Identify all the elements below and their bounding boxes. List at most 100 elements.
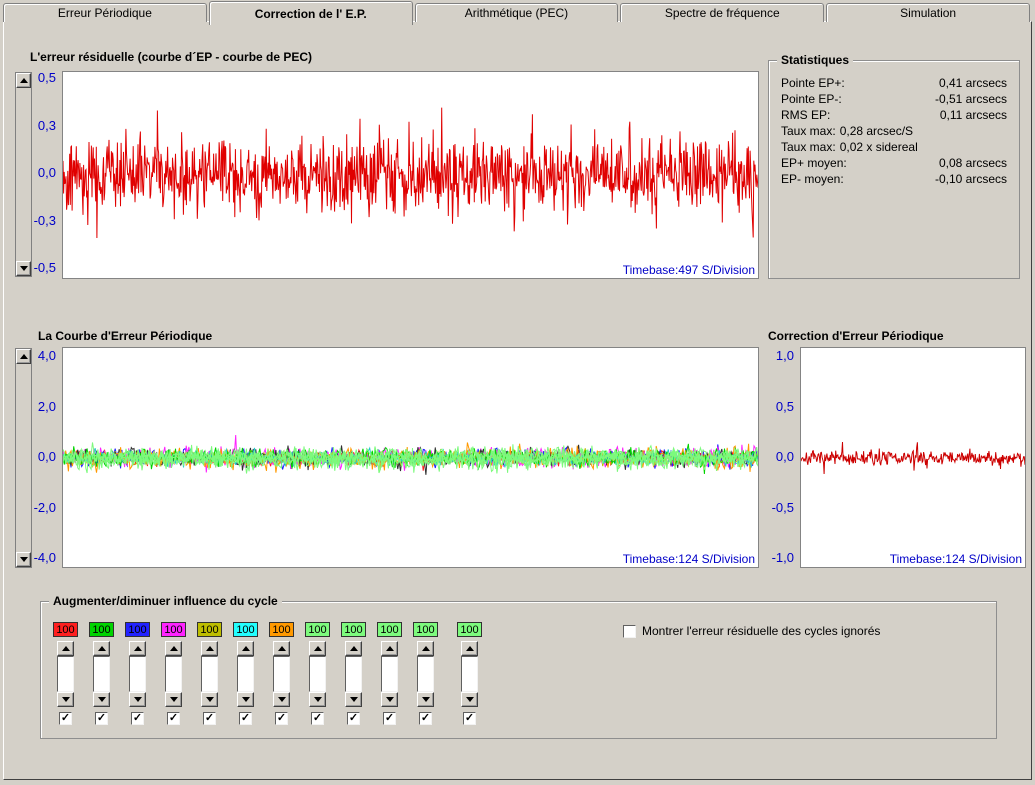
tab-simulation[interactable]: Simulation xyxy=(826,3,1030,22)
cycle-down-button[interactable] xyxy=(165,692,182,707)
y-tick-label: 0,5 xyxy=(37,70,56,85)
scroll-track[interactable] xyxy=(16,364,31,552)
cycle-slider-track[interactable] xyxy=(57,656,74,692)
down-arrow-icon xyxy=(385,697,394,702)
cycle-down-button[interactable] xyxy=(237,692,254,707)
cycle-checkbox[interactable]: ✓ xyxy=(95,712,108,725)
up-arrow-icon xyxy=(385,646,394,651)
scroll-down-button[interactable] xyxy=(16,552,31,567)
down-arrow-icon xyxy=(349,697,358,702)
stat-value: 0,08 arcsecs xyxy=(938,156,1007,170)
cycle-influence-group: Augmenter/diminuer influence du cycle 10… xyxy=(40,594,997,739)
show-ignored-checkbox[interactable] xyxy=(623,624,636,638)
statistics-rows: Pointe EP+: 0,41 arcsecs Pointe EP-: -0,51 … xyxy=(781,75,1007,187)
cycle-down-button[interactable] xyxy=(417,692,434,707)
y-tick-label: 1,0 xyxy=(775,348,794,363)
down-arrow-icon xyxy=(465,697,474,702)
app-window: Erreur Périodique Correction de l' E.P. Ar… xyxy=(0,0,1035,785)
cycle-checkbox[interactable]: ✓ xyxy=(131,712,144,725)
cycle-checkbox[interactable]: ✓ xyxy=(347,712,360,725)
up-arrow-icon xyxy=(97,646,106,651)
residual-timebase: Timebase:497 S/Division xyxy=(622,263,755,277)
cycle-down-button[interactable] xyxy=(129,692,146,707)
cycle-checkbox[interactable]: ✓ xyxy=(239,712,252,725)
check-icon: ✓ xyxy=(312,711,323,724)
cycle-checkbox[interactable]: ✓ xyxy=(167,712,180,725)
cycle-down-button[interactable] xyxy=(309,692,326,707)
check-icon: ✓ xyxy=(168,711,179,724)
cycle-down-button[interactable] xyxy=(345,692,362,707)
down-arrow-icon xyxy=(313,697,322,702)
cycle-checkbox[interactable]: ✓ xyxy=(463,712,476,725)
tab-label: Spectre de fréquence xyxy=(664,6,780,20)
cycle-value: 100 xyxy=(125,622,150,637)
cycle-slider-track[interactable] xyxy=(309,656,326,692)
cycle-value: 100 xyxy=(161,622,186,637)
cycle-down-button[interactable] xyxy=(273,692,290,707)
residual-chart xyxy=(62,107,759,239)
cycle-value: 100 xyxy=(233,622,258,637)
cycle-down-button[interactable] xyxy=(57,692,74,707)
cycle-up-button[interactable] xyxy=(273,641,290,656)
cycle-slider-track[interactable] xyxy=(93,656,110,692)
cycle-up-button[interactable] xyxy=(93,641,110,656)
cycle-down-button[interactable] xyxy=(381,692,398,707)
cycle-slider-track[interactable] xyxy=(237,656,254,692)
show-ignored-row[interactable]: Montrer l'erreur résiduelle des cycles i… xyxy=(623,624,880,638)
y-tick-label: 0,3 xyxy=(37,117,56,133)
cycle-slider-5: 100 ✓ xyxy=(197,622,222,725)
cycle-slider-track[interactable] xyxy=(273,656,290,692)
cycle-checkbox[interactable]: ✓ xyxy=(311,712,324,725)
up-arrow-icon xyxy=(61,646,70,651)
cycle-checkbox[interactable]: ✓ xyxy=(275,712,288,725)
pec-chart xyxy=(800,441,1026,475)
stat-row: RMS EP: 0,11 arcsecs xyxy=(781,107,1007,123)
cycle-checkbox[interactable]: ✓ xyxy=(383,712,396,725)
scroll-up-button[interactable] xyxy=(16,349,31,364)
check-icon: ✓ xyxy=(348,711,359,724)
cycle-checkbox[interactable]: ✓ xyxy=(203,712,216,725)
cycle-slider-track[interactable] xyxy=(461,656,478,692)
up-arrow-icon xyxy=(313,646,322,651)
cycle-up-button[interactable] xyxy=(129,641,146,656)
cycle-up-button[interactable] xyxy=(165,641,182,656)
cycle-up-button[interactable] xyxy=(237,641,254,656)
residual-scale-scrollbar xyxy=(15,72,32,277)
pe-chart-title: La Courbe d'Erreur Périodique xyxy=(38,329,213,343)
cycle-slider-track[interactable] xyxy=(165,656,182,692)
cycle-up-button[interactable] xyxy=(417,641,434,656)
cycle-up-button[interactable] xyxy=(381,641,398,656)
stat-label: Pointe EP-: xyxy=(781,92,842,106)
tab-arithmetique-pec[interactable]: Arithmétique (PEC) xyxy=(414,3,619,22)
cycle-checkbox[interactable]: ✓ xyxy=(419,712,432,725)
cycle-down-button[interactable] xyxy=(93,692,110,707)
tab-correction-ep[interactable]: Correction de l' E.P. xyxy=(208,1,413,25)
y-tick-label: -1,0 xyxy=(771,550,794,565)
cycle-down-button[interactable] xyxy=(201,692,218,707)
cycle-value: 100 xyxy=(377,622,402,637)
tab-spectre-frequence[interactable]: Spectre de fréquence xyxy=(620,3,825,22)
cycle-value: 100 xyxy=(413,622,438,637)
stat-value: 0,28 arcsec/S xyxy=(839,124,914,138)
cycle-slider-9: 100 ✓ xyxy=(341,622,366,725)
cycle-slider-track[interactable] xyxy=(201,656,218,692)
cycle-up-button[interactable] xyxy=(345,641,362,656)
cycle-slider-track[interactable] xyxy=(381,656,398,692)
cycle-slider-track[interactable] xyxy=(129,656,146,692)
cycle-up-button[interactable] xyxy=(309,641,326,656)
stat-row: Pointe EP+: 0,41 arcsecs xyxy=(781,75,1007,91)
cycle-up-button[interactable] xyxy=(201,641,218,656)
cycle-up-button[interactable] xyxy=(461,641,478,656)
check-icon: ✓ xyxy=(96,711,107,724)
cycle-up-button[interactable] xyxy=(57,641,74,656)
scroll-track[interactable] xyxy=(16,88,31,261)
tab-erreur-periodique[interactable]: Erreur Périodique xyxy=(3,3,207,22)
scroll-down-button[interactable] xyxy=(16,261,31,276)
scroll-up-button[interactable] xyxy=(16,73,31,88)
cycle-down-button[interactable] xyxy=(461,692,478,707)
cycle-slider-track[interactable] xyxy=(417,656,434,692)
stat-row: EP+ moyen: 0,08 arcsecs xyxy=(781,155,1007,171)
y-tick-label: -0,5 xyxy=(33,260,56,275)
cycle-slider-track[interactable] xyxy=(345,656,362,692)
cycle-checkbox[interactable]: ✓ xyxy=(59,712,72,725)
